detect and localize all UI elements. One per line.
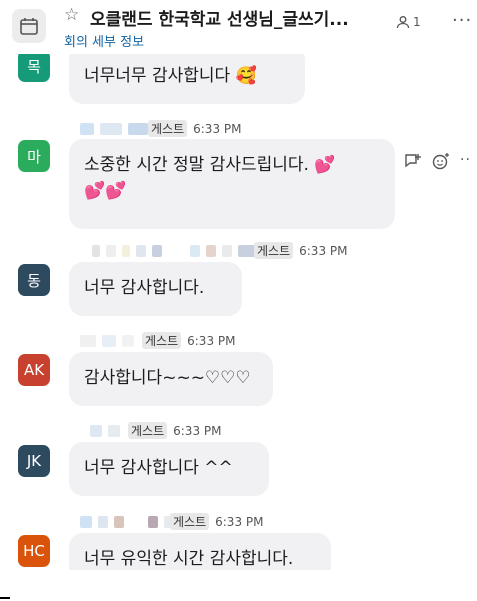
- message-bubble: 너무 감사합니다.: [69, 262, 242, 316]
- message-meta: 게스트 6:33 PM: [92, 242, 347, 259]
- member-count-button[interactable]: 1: [396, 15, 421, 29]
- message-feed[interactable]: 목 너무너무 감사합니다 🥰 게스트 6:33 PM 마 소중한 시간 정말 감…: [0, 54, 477, 570]
- message-meta: 게스트 6:33 PM: [80, 332, 235, 349]
- message-text: 소중한 시간 정말 감사드립니다. 💕: [84, 155, 336, 175]
- timestamp: 6:33 PM: [187, 333, 236, 348]
- message-hover-actions: ··: [404, 152, 471, 174]
- guest-badge: 게스트: [128, 422, 168, 439]
- guest-badge: 게스트: [254, 242, 294, 259]
- timestamp: 6:33 PM: [193, 121, 242, 136]
- reply-in-thread-icon[interactable]: [404, 152, 422, 174]
- message-bubble: 너무 유익한 시간 감사합니다.: [69, 533, 331, 570]
- add-reaction-icon[interactable]: [432, 152, 450, 174]
- timestamp: 6:33 PM: [299, 243, 348, 258]
- composer-area: [0, 570, 477, 601]
- guest-badge: 게스트: [148, 120, 188, 137]
- person-icon: [396, 16, 410, 29]
- member-count: 1: [413, 15, 421, 29]
- message-bubble: 소중한 시간 정말 감사드립니다. 💕 💕💕: [69, 139, 395, 229]
- more-options-icon[interactable]: ···: [452, 10, 472, 31]
- timestamp: 6:33 PM: [215, 514, 264, 529]
- avatar[interactable]: 목: [18, 54, 50, 82]
- message-bubble: 너무너무 감사합니다 🥰: [69, 54, 305, 104]
- message-meta: 게스트 6:33 PM: [80, 120, 241, 137]
- cursor-mark: [0, 597, 10, 599]
- more-actions-icon[interactable]: ··: [460, 152, 471, 174]
- message-text-line2: 💕💕: [84, 181, 127, 201]
- guest-badge: 게스트: [170, 513, 210, 530]
- avatar[interactable]: AK: [18, 354, 50, 386]
- channel-title[interactable]: 오클랜드 한국학교 선생님_글쓰기...: [90, 5, 378, 30]
- channel-header: ☆ 오클랜드 한국학교 선생님_글쓰기... 회의 세부 정보 1 ···: [0, 0, 477, 54]
- meeting-details-link[interactable]: 회의 세부 정보: [64, 31, 144, 50]
- timestamp: 6:33 PM: [173, 423, 222, 438]
- message-bubble: 감사합니다~~~♡♡♡: [69, 352, 273, 406]
- guest-badge: 게스트: [142, 332, 182, 349]
- avatar[interactable]: HC: [18, 535, 50, 567]
- message-meta: 게스트 6:33 PM: [90, 422, 221, 439]
- message-bubble: 너무 감사합니다 ^^: [69, 442, 269, 496]
- avatar[interactable]: 동: [18, 264, 50, 296]
- message-meta: 게스트 6:33 PM: [80, 513, 263, 530]
- avatar[interactable]: JK: [18, 445, 50, 477]
- calendar-icon[interactable]: [12, 9, 46, 43]
- avatar[interactable]: 마: [18, 140, 50, 172]
- star-icon[interactable]: ☆: [64, 5, 79, 25]
